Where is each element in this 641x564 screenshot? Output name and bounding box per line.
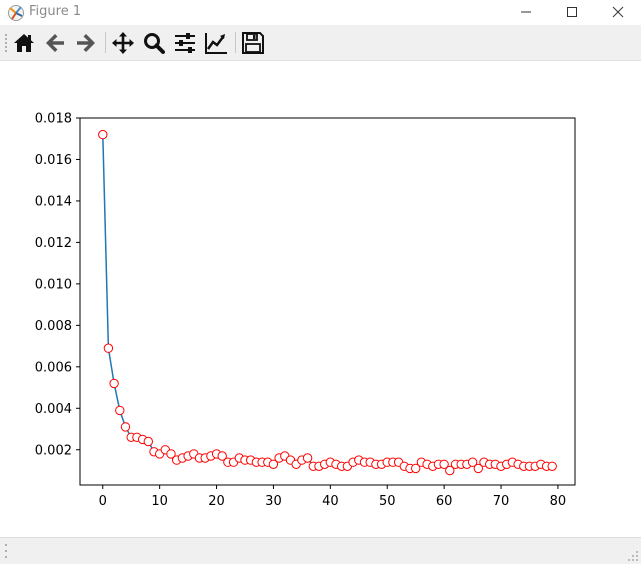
matplotlib-app-icon [8, 5, 24, 21]
data-point [120, 422, 131, 432]
line-chart: 0.002 0.004 0.006 0.008 0.010 0.012 0.014 0.016… [35, 112, 576, 509]
y-tick-label: 0.014 [35, 194, 72, 209]
home-icon [14, 34, 34, 52]
y-tick-label: 0.010 [35, 277, 72, 292]
title-bar: Figure 1 [0, 0, 641, 25]
configure-subplots-icon [175, 33, 195, 53]
edit-axis-button[interactable] [204, 31, 228, 55]
x-tick-label: 20 [208, 494, 225, 509]
pan-button[interactable] [111, 31, 135, 55]
toolbar-separator [235, 32, 236, 53]
configure-subplots-button[interactable] [173, 31, 197, 55]
navigation-toolbar [0, 25, 641, 61]
toolbar-grip [5, 34, 7, 52]
y-tick-label: 0.004 [35, 402, 72, 417]
y-tick-label: 0.016 [35, 153, 72, 168]
toolbar-separator [105, 32, 106, 53]
x-tick-label: 50 [379, 494, 396, 509]
x-tick-label: 80 [550, 494, 567, 509]
close-icon [612, 6, 624, 18]
y-tick-label: 0.006 [35, 360, 72, 375]
save-icon [242, 32, 264, 54]
x-tick-label: 70 [493, 494, 510, 509]
save-button[interactable] [241, 31, 265, 55]
statusbar-grip [5, 544, 7, 558]
maximize-button[interactable] [549, 0, 595, 25]
data-point [115, 405, 125, 416]
series-line [102, 134, 553, 472]
home-button[interactable] [12, 31, 36, 55]
resize-grip-icon[interactable] [627, 550, 639, 562]
minimize-button[interactable] [503, 0, 549, 25]
data-point [143, 436, 154, 447]
y-tick-label: 0.018 [35, 112, 72, 127]
data-point [547, 461, 557, 471]
data-point [103, 343, 114, 353]
y-tick-label: 0.008 [35, 319, 72, 334]
data-point [302, 453, 313, 463]
edit-axis-icon [205, 33, 227, 54]
zoom-icon [144, 33, 165, 54]
x-tick-label: 40 [322, 494, 339, 509]
status-bar [0, 537, 641, 564]
data-point [109, 378, 119, 389]
x-tick-label: 10 [151, 494, 168, 509]
x-tick-label: 60 [436, 494, 453, 509]
forward-button[interactable] [74, 31, 98, 55]
window-title: Figure 1 [29, 4, 82, 19]
close-button[interactable] [595, 0, 641, 25]
maximize-icon [567, 7, 577, 17]
zoom-button[interactable] [142, 31, 166, 55]
pan-icon [112, 32, 134, 54]
back-button[interactable] [43, 31, 67, 55]
y-tick-label: 0.012 [35, 236, 72, 251]
x-tick-label: 0 [99, 494, 107, 509]
back-icon [46, 34, 64, 52]
data-point [98, 129, 108, 140]
figure-canvas[interactable]: 0.002 0.004 0.006 0.008 0.010 0.012 0.014 0.016… [0, 61, 641, 537]
forward-icon [77, 34, 95, 52]
axes-frame [79, 117, 576, 486]
y-tick-label: 0.002 [35, 443, 72, 458]
minimize-icon [521, 11, 531, 13]
x-tick-label: 30 [265, 494, 282, 509]
